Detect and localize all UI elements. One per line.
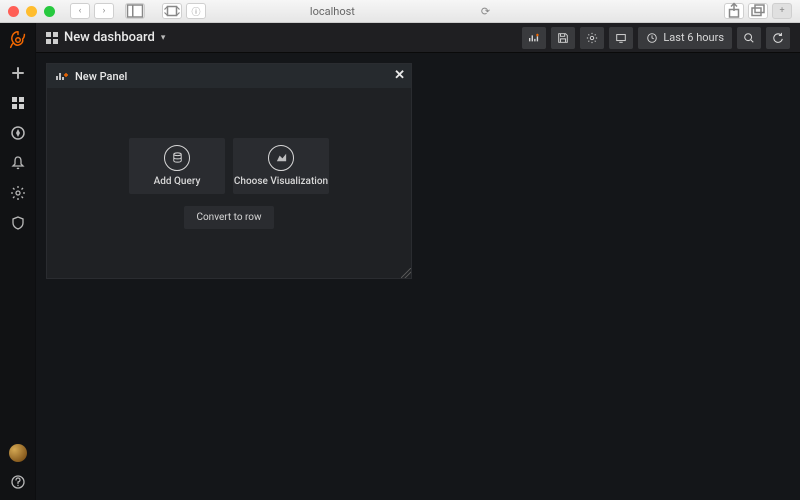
reload-icon[interactable]: ⟳ bbox=[481, 5, 490, 18]
zoom-out-button[interactable] bbox=[737, 27, 761, 49]
save-button[interactable] bbox=[551, 27, 575, 49]
convert-to-row-button[interactable]: Convert to row bbox=[184, 206, 273, 229]
add-query-label: Add Query bbox=[154, 176, 201, 187]
dashboard-settings-button[interactable] bbox=[580, 27, 604, 49]
url-text: localhost bbox=[310, 5, 355, 18]
settings-icon[interactable] bbox=[10, 185, 26, 201]
dashboard-icon bbox=[46, 32, 58, 44]
resize-handle[interactable] bbox=[401, 268, 411, 278]
window-controls bbox=[8, 6, 55, 17]
new-panel: New Panel ✕ Add Query bbox=[46, 63, 412, 279]
maximize-window-button[interactable] bbox=[44, 6, 55, 17]
tabs-button[interactable] bbox=[748, 3, 768, 19]
panel-header[interactable]: New Panel ✕ bbox=[47, 64, 411, 88]
add-panel-button[interactable] bbox=[522, 27, 546, 49]
browser-chrome: ‹ › ⓘ localhost ⟳ + bbox=[0, 0, 800, 23]
convert-label: Convert to row bbox=[196, 212, 261, 223]
topbar: New dashboard ▾ Last 6 hours bbox=[36, 23, 800, 53]
new-tab-button[interactable]: + bbox=[772, 3, 792, 19]
time-range-label: Last 6 hours bbox=[663, 31, 724, 44]
add-query-button[interactable]: Add Query bbox=[129, 138, 225, 194]
help-icon[interactable] bbox=[10, 474, 26, 490]
sidebar-toggle-button[interactable] bbox=[125, 3, 145, 19]
database-icon bbox=[164, 145, 190, 171]
clock-icon bbox=[646, 32, 658, 44]
explore-icon[interactable] bbox=[10, 125, 26, 141]
close-icon[interactable]: ✕ bbox=[394, 68, 405, 83]
reader-button[interactable] bbox=[162, 3, 182, 19]
dashboard-title-dropdown[interactable]: New dashboard ▾ bbox=[46, 30, 165, 45]
refresh-button[interactable] bbox=[766, 27, 790, 49]
choose-viz-label: Choose Visualization bbox=[234, 176, 328, 187]
choose-visualization-button[interactable]: Choose Visualization bbox=[233, 138, 329, 194]
close-window-button[interactable] bbox=[8, 6, 19, 17]
forward-button[interactable]: › bbox=[94, 3, 114, 19]
back-button[interactable]: ‹ bbox=[70, 3, 90, 19]
panel-body: Add Query Choose Visualization Convert t… bbox=[47, 88, 411, 278]
shield-icon[interactable] bbox=[10, 215, 26, 231]
alerting-icon[interactable] bbox=[10, 155, 26, 171]
grafana-logo-icon[interactable] bbox=[7, 29, 29, 51]
user-avatar[interactable] bbox=[9, 444, 27, 462]
add-icon[interactable] bbox=[10, 65, 26, 81]
grafana-app: New dashboard ▾ Last 6 hours bbox=[0, 23, 800, 500]
nav-buttons: ‹ › bbox=[70, 3, 114, 19]
dashboard-content: New Panel ✕ Add Query bbox=[36, 53, 800, 289]
panel-title: New Panel bbox=[75, 70, 127, 83]
time-range-picker[interactable]: Last 6 hours bbox=[638, 27, 732, 49]
cycle-view-button[interactable] bbox=[609, 27, 633, 49]
dashboard-title: New dashboard bbox=[64, 30, 155, 45]
minimize-window-button[interactable] bbox=[26, 6, 37, 17]
url-bar[interactable]: localhost ⟳ bbox=[310, 5, 490, 18]
sidebar bbox=[0, 23, 36, 500]
dashboards-icon[interactable] bbox=[10, 95, 26, 111]
chart-icon bbox=[268, 145, 294, 171]
share-button[interactable] bbox=[724, 3, 744, 19]
site-info-button[interactable]: ⓘ bbox=[186, 3, 206, 19]
panel-add-icon bbox=[55, 70, 69, 82]
chevron-down-icon: ▾ bbox=[161, 33, 166, 43]
main-area: New dashboard ▾ Last 6 hours bbox=[36, 23, 800, 500]
